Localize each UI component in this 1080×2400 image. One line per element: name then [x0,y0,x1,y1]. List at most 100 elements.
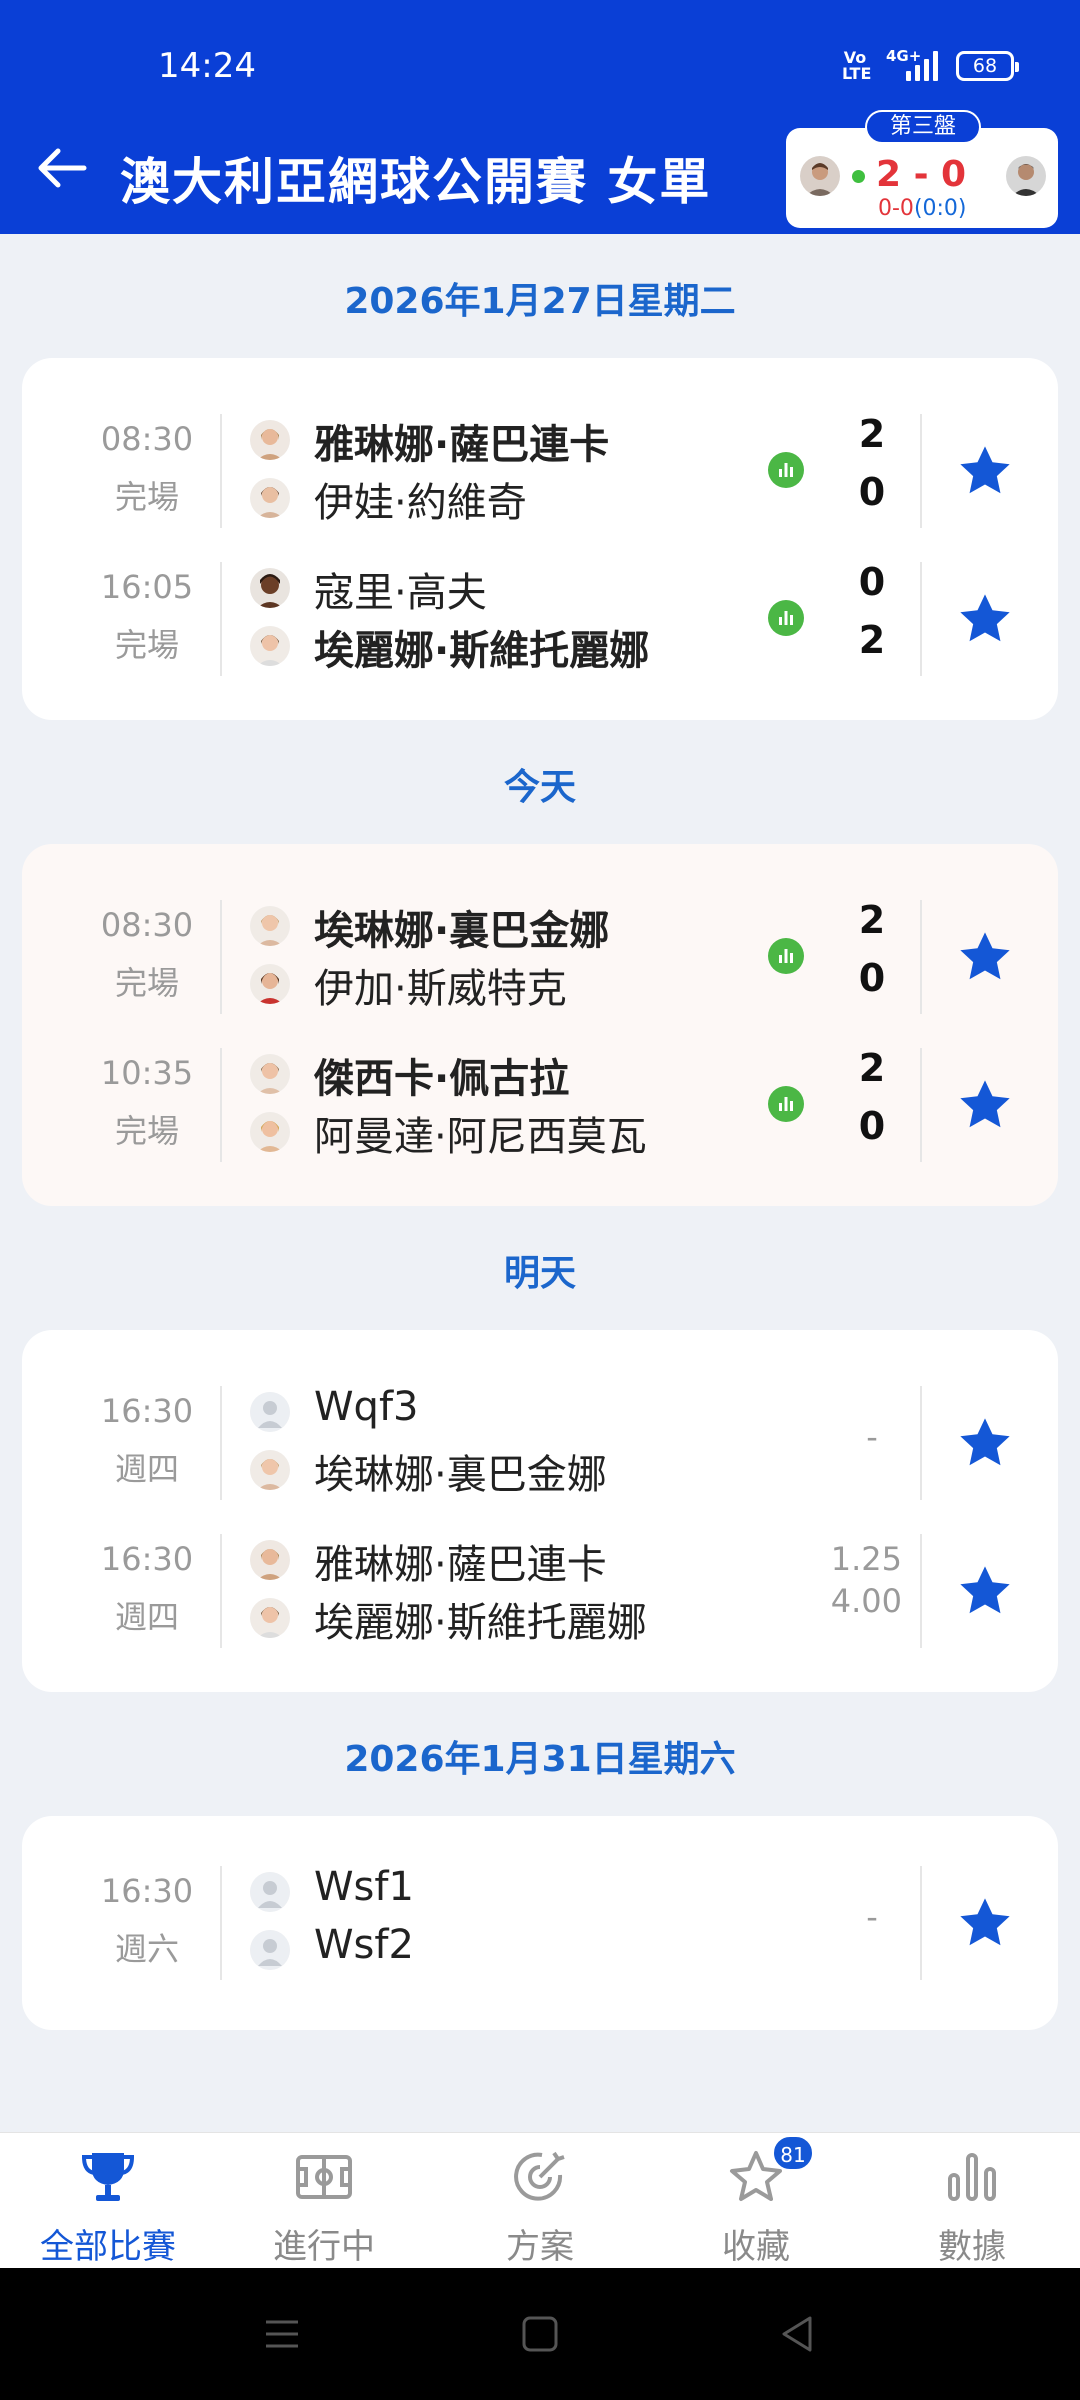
set-badge: 第三盤 [865,110,981,144]
menu-icon[interactable] [258,2310,306,2358]
match-card: 08:30 完場 埃琳娜·裏巴金娜 伊加·斯威特克 2 0 10:35 完場 傑… [22,844,1058,1206]
network-type: 4G+ [886,47,922,65]
placeholder-avatar-icon [250,1392,290,1432]
favorite-star-icon[interactable] [956,928,1014,986]
player-avatar [250,478,290,518]
divider [220,900,222,1014]
player1-name: 埃琳娜·裏巴金娜 [314,908,610,954]
match-card: 16:30 週四 Wqf3 埃琳娜·裏巴金娜 - 16:30 週四 雅琳娜·薩巴… [22,1330,1058,1692]
match-time: 16:30 [100,1392,194,1430]
favorite-star-icon[interactable] [956,1076,1014,1134]
stats-icon[interactable] [768,1086,804,1122]
score-player1: 2 [858,1046,886,1090]
favorites-count-badge: 81 [772,2135,814,2171]
match-row[interactable]: 16:05 完場 寇里·高夫 埃麗娜·斯維托麗娜 0 2 [22,554,1058,686]
odds-placeholder: - [866,1898,878,1936]
player2-name: 阿曼達·阿尼西莫瓦 [314,1114,647,1160]
match-status: 完場 [114,478,179,516]
nav-label: 全部比賽 [40,2227,176,2267]
date-header: 2026年1月27日星期二 [344,281,736,322]
score-player1: 2 [858,898,886,942]
target-icon [514,2151,565,2201]
score-player1: 2 [858,412,886,456]
player-avatar [250,1540,290,1580]
divider [220,1386,222,1500]
favorite-star-icon[interactable] [956,1414,1014,1472]
live-score: 2 - 0 [876,154,967,195]
favorite-star-icon[interactable] [956,1562,1014,1620]
divider [920,562,922,676]
player-avatar [250,1054,290,1094]
stats-icon[interactable] [768,452,804,488]
field-icon [296,2155,352,2199]
score-player2: 0 [858,956,886,1000]
player2-name: 伊娃·約維奇 [314,480,527,526]
favorite-star-icon[interactable] [956,442,1014,500]
match-card: 08:30 完場 雅琳娜·薩巴連卡 伊娃·約維奇 2 0 16:05 完場 寇里… [22,358,1058,720]
date-header: 今天 [503,767,576,808]
odds-placeholder: - [866,1418,878,1456]
volte-icon: Vo LTE [842,48,872,83]
home-icon[interactable] [516,2310,564,2358]
stats-icon[interactable] [768,938,804,974]
placeholder-avatar-icon [250,1872,290,1912]
player2-name: 埃麗娜·斯維托麗娜 [314,1600,647,1646]
player-avatar [250,1598,290,1638]
match-time: 08:30 [100,420,194,458]
player1-name: Wqf3 [314,1384,419,1430]
player2-name: 伊加·斯威特克 [314,966,567,1012]
nav-plans[interactable]: 方案 [432,2133,648,2269]
signal-icon: 4G+ [886,47,938,81]
match-status: 完場 [114,626,179,664]
match-status: 週四 [114,1598,179,1636]
player1-name: 雅琳娜·薩巴連卡 [314,422,610,468]
nav-all-matches[interactable]: 全部比賽 [0,2133,216,2269]
divider [920,1386,922,1500]
match-row[interactable]: 08:30 完場 埃琳娜·裏巴金娜 伊加·斯威特克 2 0 [22,892,1058,1024]
divider [220,1866,222,1980]
player-avatar [250,626,290,666]
match-row[interactable]: 10:35 完場 傑西卡·佩古拉 阿曼達·阿尼西莫瓦 2 0 [22,1040,1058,1172]
player-avatar [250,1112,290,1152]
favorite-star-icon[interactable] [956,1894,1014,1952]
player1-name: 雅琳娜·薩巴連卡 [314,1542,607,1588]
bar-chart-icon [948,2153,996,2201]
page-title: 澳大利亞網球公開賽 女單 [120,153,712,211]
match-row[interactable]: 08:30 完場 雅琳娜·薩巴連卡 伊娃·約維奇 2 0 [22,406,1058,538]
player-avatar [250,964,290,1004]
favorite-star-icon[interactable] [956,590,1014,648]
match-row[interactable]: 16:30 週四 雅琳娜·薩巴連卡 埃麗娜·斯維托麗娜 1.25 4.00 [22,1526,1058,1658]
divider [920,1048,922,1162]
odds-player1: 1.25 [830,1540,902,1578]
divider [220,1048,222,1162]
date-header: 2026年1月31日星期六 [344,1739,736,1780]
battery-icon: 68 [956,51,1019,81]
system-nav-bar [0,2268,1080,2400]
nav-favorites[interactable]: 81 收藏 [648,2133,864,2269]
match-status: 完場 [114,964,179,1002]
score-player2: 2 [858,618,886,662]
back-arrow-icon[interactable] [34,140,90,196]
player1-name: 寇里·高夫 [314,570,487,616]
match-status: 完場 [114,1112,179,1150]
score-player1: 0 [858,560,886,604]
match-time: 08:30 [100,906,194,944]
divider [920,1866,922,1980]
player-avatar-left [800,156,840,196]
match-row[interactable]: 16:30 週四 Wqf3 埃琳娜·裏巴金娜 - [22,1378,1058,1510]
trophy-icon [81,2153,135,2201]
stats-icon[interactable] [768,600,804,636]
nav-label: 方案 [506,2227,574,2267]
player2-name: 埃麗娜·斯維托麗娜 [314,628,650,674]
score-player2: 0 [858,470,886,514]
nav-in-progress[interactable]: 進行中 [216,2133,432,2269]
match-time: 16:30 [100,1540,194,1578]
serve-indicator [852,170,865,183]
match-row[interactable]: 16:30 週六 Wsf1 Wsf2 - [22,1858,1058,1990]
nav-data[interactable]: 數據 [864,2133,1080,2269]
score-player2: 0 [858,1104,886,1148]
player2-name: 埃琳娜·裏巴金娜 [314,1452,607,1498]
back-triangle-icon[interactable] [774,2310,822,2358]
match-status: 週六 [114,1930,179,1968]
nav-label: 數據 [938,2227,1006,2267]
